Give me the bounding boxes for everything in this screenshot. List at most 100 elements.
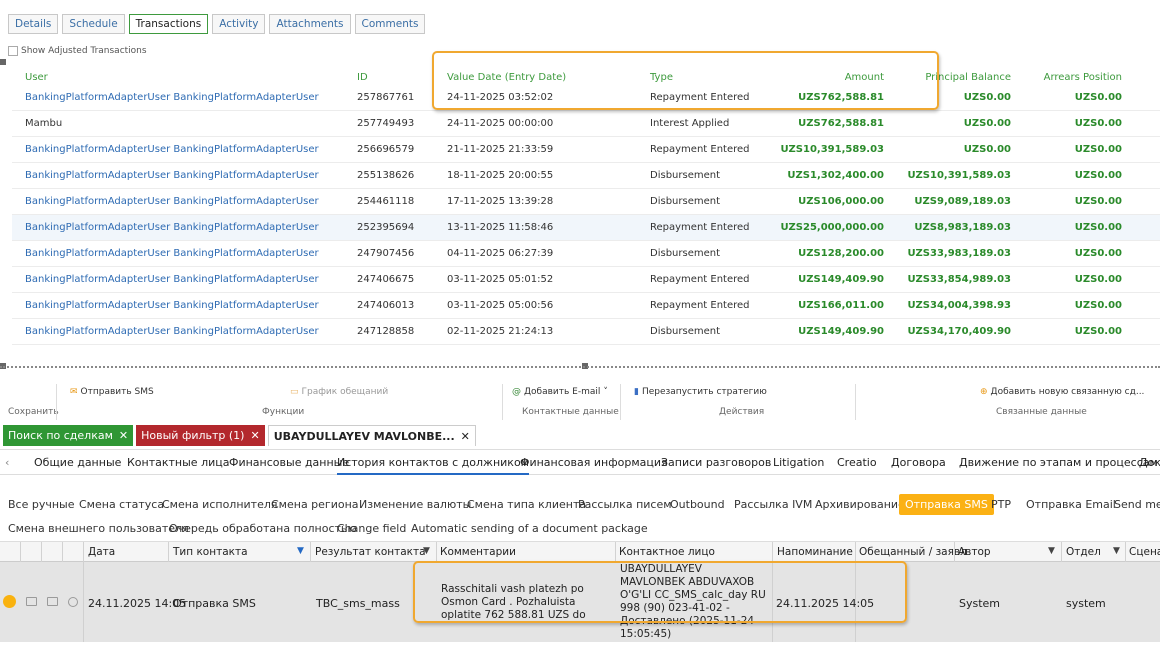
col-contact-type[interactable]: Тип контакта (173, 546, 248, 558)
filter-external-user[interactable]: Смена внешнего пользователя (8, 518, 189, 539)
column-separator (83, 542, 84, 562)
show-adjusted-checkbox[interactable] (8, 46, 18, 56)
transaction-row[interactable]: BankingPlatformAdapterUser BankingPlatfo… (12, 293, 1160, 319)
tab-deal-search[interactable]: Поиск по сделкам ✕ (3, 425, 134, 446)
add-email-button[interactable]: @ Добавить E-mail ˅ (512, 387, 608, 397)
transaction-row[interactable]: BankingPlatformAdapterUser BankingPlatfo… (12, 137, 1160, 163)
show-adjusted-toggle[interactable]: Show Adjusted Transactions (8, 46, 147, 56)
close-icon[interactable]: ✕ (119, 425, 128, 446)
tab-contracts[interactable]: Договора (891, 456, 946, 469)
col-contact-result[interactable]: Результат контакта (315, 546, 426, 558)
tab-details[interactable]: Details (8, 14, 59, 34)
tab-schedule[interactable]: Schedule (62, 14, 125, 34)
transaction-row[interactable]: BankingPlatformAdapterUser BankingPlatfo… (12, 215, 1160, 241)
filter-icon[interactable]: ▼ (297, 546, 304, 556)
chevron-left-icon[interactable]: ‹ (5, 456, 9, 469)
envelope-icon[interactable] (26, 597, 37, 606)
col-contact-person[interactable]: Контактное лицо (619, 546, 715, 558)
row-user[interactable]: BankingPlatformAdapterUser BankingPlatfo… (25, 170, 319, 181)
filter-auto-send[interactable]: Automatic sending of a document package (411, 518, 648, 539)
filter-icon[interactable]: ▼ (423, 546, 430, 556)
col-arrears-position[interactable]: Arrears Position (1044, 72, 1122, 83)
filter-region[interactable]: Смена региона (271, 494, 359, 515)
filter-sms[interactable]: Отправка SMS (899, 494, 994, 515)
close-icon[interactable]: ✕ (250, 425, 259, 446)
row-user[interactable]: BankingPlatformAdapterUser BankingPlatfo… (25, 196, 319, 207)
col-reminder[interactable]: Напоминание (777, 546, 853, 558)
transaction-row[interactable]: BankingPlatformAdapterUser BankingPlatfo… (12, 267, 1160, 293)
tab-financial-info[interactable]: Финансовая информация (520, 456, 668, 469)
filter-ivm[interactable]: Рассылка IVM (734, 494, 812, 515)
row-user[interactable]: BankingPlatformAdapterUser BankingPlatfo… (25, 92, 319, 103)
filter-currency[interactable]: Изменение валюты (359, 494, 471, 515)
tab-attachments[interactable]: Attachments (269, 14, 351, 34)
tab-creatio[interactable]: Creatio (837, 456, 877, 469)
person-card-icon[interactable] (47, 597, 58, 606)
col-date[interactable]: Дата (88, 546, 115, 558)
filter-mail[interactable]: Рассылка писем (578, 494, 672, 515)
col-scenario[interactable]: Сцена (1129, 546, 1160, 558)
row-user[interactable]: BankingPlatformAdapterUser BankingPlatfo… (25, 274, 319, 285)
col-comments[interactable]: Комментарии (440, 546, 516, 558)
row-principal-balance: UZS33,854,989.03 (907, 274, 1011, 285)
filter-icon[interactable]: ▼ (1048, 546, 1055, 556)
tab-litigation[interactable]: Litigation (773, 456, 824, 469)
restart-strategy-button[interactable]: ▮ Перезапустить стратегию (634, 387, 767, 397)
col-user[interactable]: User (25, 72, 48, 83)
promise-schedule-button[interactable]: ▭ График обещаний (290, 387, 388, 397)
row-user[interactable]: BankingPlatformAdapterUser BankingPlatfo… (25, 326, 319, 337)
tab-new-filter[interactable]: Новый фильтр (1) ✕ (136, 425, 265, 446)
ribbon-separator (56, 384, 57, 420)
tab-transactions[interactable]: Transactions (128, 14, 209, 34)
tab-contact-history[interactable]: История контактов с должником (337, 456, 529, 475)
filter-manual[interactable]: Все ручные (8, 494, 75, 515)
filter-archiving[interactable]: Архивирование (815, 494, 905, 515)
col-id[interactable]: ID (357, 72, 368, 83)
row-user[interactable]: BankingPlatformAdapterUser BankingPlatfo… (25, 248, 319, 259)
check-circle-icon[interactable] (68, 597, 78, 607)
filter-executor[interactable]: Смена исполнителя (162, 494, 278, 515)
tab-financial-data[interactable]: Финансовые данные (229, 456, 349, 469)
transaction-row[interactable]: Mambu 257749493 24-11-2025 00:00:00 Interes… (12, 111, 1160, 137)
filter-change-field[interactable]: Change field (337, 518, 406, 539)
window-tabs: Поиск по сделкам ✕ Новый фильтр (1) ✕ UB… (0, 425, 1160, 447)
tab-calls[interactable]: Записи разговоров (661, 456, 771, 469)
row-user[interactable]: BankingPlatformAdapterUser BankingPlatfo… (25, 222, 319, 233)
filter-status[interactable]: Смена статуса (79, 494, 164, 515)
tab-general[interactable]: Общие данные (34, 456, 121, 469)
resize-handle[interactable] (0, 59, 6, 65)
col-department[interactable]: Отдел (1066, 546, 1101, 558)
tab-activity[interactable]: Activity (212, 14, 266, 34)
row-amount: UZS25,000,000.00 (780, 222, 884, 233)
transaction-row[interactable]: BankingPlatformAdapterUser BankingPlatfo… (12, 319, 1160, 345)
column-separator (855, 542, 856, 562)
row-principal-balance: UZS9,089,189.03 (914, 196, 1011, 207)
row-principal-balance: UZS34,004,398.93 (907, 300, 1011, 311)
filter-ptp[interactable]: PTP (991, 494, 1011, 515)
col-promised[interactable]: Обещанный / заявл (859, 546, 967, 558)
col-author[interactable]: Автор (958, 546, 991, 558)
row-arrears-position: UZS0.00 (1074, 274, 1122, 285)
transaction-row[interactable]: BankingPlatformAdapterUser BankingPlatfo… (12, 241, 1160, 267)
tab-comments[interactable]: Comments (354, 14, 426, 34)
filter-client-type[interactable]: Смена типа клиента (467, 494, 586, 515)
add-related-deal-button[interactable]: ⊕ Добавить новую связанную сд... (980, 387, 1144, 397)
tab-more[interactable]: Док (1139, 456, 1160, 469)
filter-icon[interactable]: ▼ (1113, 546, 1120, 556)
close-icon[interactable]: ✕ (461, 426, 470, 447)
tab-contacts[interactable]: Контактные лица (127, 456, 229, 469)
tab-client[interactable]: UBAYDULLAYEV MAVLONBE... ✕ (267, 425, 476, 447)
column-separator (310, 542, 311, 562)
send-sms-button[interactable]: ✉ Отправить SMS (70, 387, 154, 397)
filter-email[interactable]: Отправка Email (1026, 494, 1116, 515)
row-user[interactable]: BankingPlatformAdapterUser BankingPlatfo… (25, 300, 319, 311)
row-user[interactable]: BankingPlatformAdapterUser BankingPlatfo… (25, 144, 319, 155)
filter-queue-processed[interactable]: Очередь обработана полностью (169, 518, 357, 539)
transaction-row[interactable]: BankingPlatformAdapterUser BankingPlatfo… (12, 163, 1160, 189)
transaction-row[interactable]: BankingPlatformAdapterUser BankingPlatfo… (12, 189, 1160, 215)
history-grid-header: Дата Тип контакта ▼ Результат контакта ▼… (0, 541, 1160, 562)
filter-send-more[interactable]: Send mes (1114, 494, 1160, 515)
tab-stages[interactable]: Движение по этапам и процессам (959, 456, 1158, 469)
filter-outbound[interactable]: Outbound (670, 494, 725, 515)
email-icon: @ (512, 387, 521, 397)
